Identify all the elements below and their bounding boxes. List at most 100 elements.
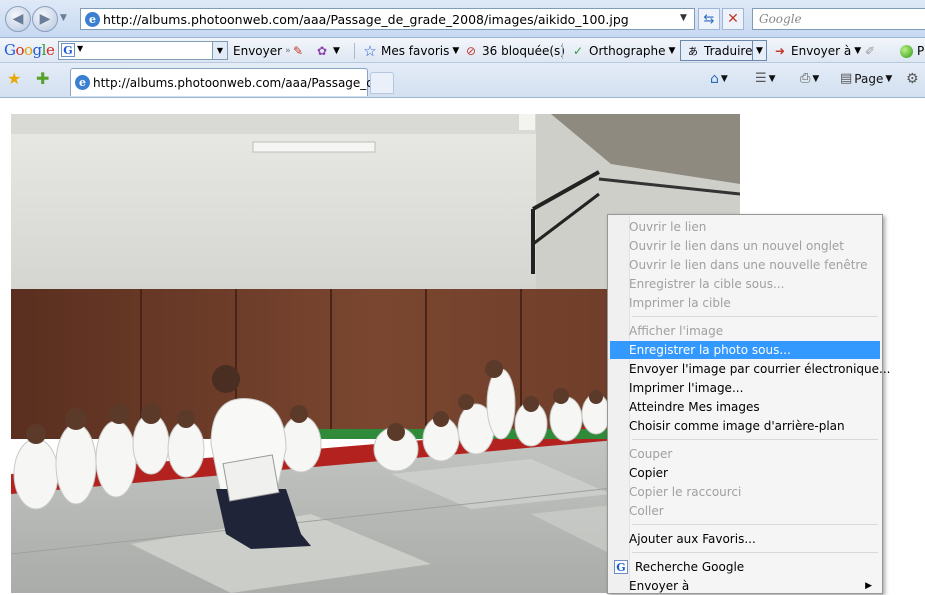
forward-button[interactable]: ▶ — [32, 6, 58, 32]
puzzle-icon: ✿ — [316, 44, 328, 58]
page-content: Ouvrir le lien Ouvrir le lien dans un no… — [0, 99, 925, 595]
translate-dropdown[interactable]: ▼ — [752, 40, 767, 61]
tab-row: ★ ✚ e http://albums.photoonweb.com/aaa/P… — [0, 63, 925, 98]
overflow-label: P — [917, 44, 925, 58]
address-url: http://albums.photoonweb.com/aaa/Passage… — [103, 11, 629, 27]
address-bar-row: ◀ ▶ ▼ e http://albums.photoonweb.com/aaa… — [0, 0, 925, 38]
sendto-label: Envoyer à — [791, 44, 852, 58]
page-menu-button[interactable]: ▤ Page ▼ — [840, 71, 892, 86]
menu-item-set-background[interactable]: Choisir comme image d'arrière-plan — [610, 417, 880, 435]
history-dropdown-icon[interactable]: ▼ — [60, 13, 67, 23]
rss-icon: ☰ — [755, 71, 767, 86]
menu-item-save-picture[interactable]: Enregistrer la photo sous... — [610, 341, 880, 359]
print-icon: ⎙ — [800, 71, 811, 86]
popup-blocker-button[interactable]: ⊘ 36 bloquée(s) — [463, 41, 565, 61]
new-tab-button[interactable] — [370, 72, 394, 94]
menu-item-label: Imprimer la cible — [629, 296, 731, 310]
tab-active[interactable]: e http://albums.photoonweb.com/aaa/Passa… — [70, 68, 393, 96]
chevron-down-icon[interactable]: ▼ — [77, 44, 83, 53]
menu-item-my-pictures[interactable]: Atteindre Mes images — [610, 398, 880, 416]
menu-item-save-target[interactable]: Enregistrer la cible sous... — [610, 275, 880, 293]
spellcheck-icon: ✓ — [572, 44, 584, 58]
menu-item-label: Imprimer l'image... — [629, 381, 744, 395]
toolbar-divider — [354, 43, 355, 59]
menu-item-open-link-new-tab[interactable]: Ouvrir le lien dans un nouvel onglet — [610, 237, 880, 255]
menu-item-open-link-new-window[interactable]: Ouvrir le lien dans une nouvelle fenêtre — [610, 256, 880, 274]
google-toolbar: Google G ▼ ▼ Envoyer » ✎ ✿ ▼ ☆ Mes favori… — [0, 38, 925, 63]
page-icon: ▤ — [840, 71, 853, 86]
print-button[interactable]: ⎙ ▼ — [800, 71, 819, 86]
menu-item-label: Ouvrir le lien dans une nouvelle fenêtre — [629, 258, 868, 272]
google-logo[interactable]: Google — [4, 41, 55, 59]
google-g-icon: G — [61, 43, 75, 57]
chevron-down-icon: ▼ — [854, 46, 862, 56]
menu-item-print-target[interactable]: Imprimer la cible — [610, 294, 880, 312]
sendto-button[interactable]: ➜ Envoyer à ▼ — [772, 41, 861, 61]
stop-icon: ✕ — [727, 11, 739, 27]
highlight-button[interactable]: ✐ — [862, 41, 878, 61]
menu-item-label: Envoyer à — [629, 579, 690, 593]
gadgets-button[interactable]: ✿ ▼ — [314, 41, 340, 61]
blocked-label: 36 bloquée(s) — [482, 44, 565, 58]
menu-item-label: Enregistrer la photo sous... — [629, 343, 791, 357]
menu-item-copy-shortcut[interactable]: Copier le raccourci — [610, 483, 880, 501]
blocked-icon: ⊘ — [465, 44, 477, 58]
stop-button[interactable]: ✕ — [722, 8, 744, 30]
news-icon: ✎ — [292, 44, 304, 58]
address-dropdown-icon[interactable]: ▼ — [680, 13, 687, 23]
menu-item-print-image[interactable]: Imprimer l'image... — [610, 379, 880, 397]
menu-item-label: Recherche Google — [635, 560, 745, 574]
toolbar-divider — [562, 43, 563, 59]
menu-item-google-search[interactable]: G Recherche Google — [610, 558, 880, 576]
back-icon: ◀ — [12, 11, 24, 27]
menu-item-cut[interactable]: Couper — [610, 445, 880, 463]
spellcheck-button[interactable]: ✓ Orthographe ▼ — [570, 41, 676, 61]
menu-item-send-to[interactable]: Envoyer à ▶ — [610, 577, 880, 595]
news-button[interactable]: ✎ — [290, 41, 306, 61]
pagerank-button[interactable]: P — [898, 41, 924, 61]
menu-item-label: Ouvrir le lien dans un nouvel onglet — [629, 239, 845, 253]
google-search-input[interactable]: G ▼ ▼ — [58, 41, 228, 60]
menu-item-label: Coller — [629, 504, 664, 518]
menu-item-add-favorites[interactable]: Ajouter aux Favoris... — [610, 530, 880, 548]
menu-item-label: Copier — [629, 466, 668, 480]
search-input[interactable]: Google — [752, 8, 925, 30]
chevron-down-icon: ▼ — [885, 73, 893, 84]
chevron-down-icon: ▼ — [452, 46, 460, 56]
google-send-label: Envoyer — [233, 44, 283, 58]
menu-item-paste[interactable]: Coller — [610, 502, 880, 520]
refresh-icon: ⇆ — [703, 11, 715, 27]
pen-icon: ✐ — [864, 44, 876, 58]
chevron-down-icon: ▼ — [720, 74, 728, 84]
home-button[interactable]: ⌂ ▼ — [710, 71, 728, 87]
google-send-button[interactable]: Envoyer » — [233, 41, 291, 61]
translate-label: Traduire — [704, 43, 753, 58]
chevron-down-icon: ▼ — [668, 46, 676, 56]
star-icon[interactable]: ★ — [7, 69, 21, 88]
chevron-down-icon: ▼ — [756, 45, 763, 56]
ie-page-icon: e — [75, 75, 90, 90]
menu-item-label: Atteindre Mes images — [629, 400, 760, 414]
menu-separator — [632, 524, 878, 525]
chevron-down-icon: ▼ — [768, 73, 776, 84]
tools-button[interactable]: ⚙ — [906, 71, 919, 87]
add-favorite-icon[interactable]: ✚ — [36, 69, 49, 88]
menu-item-open-link[interactable]: Ouvrir le lien — [610, 218, 880, 236]
translate-button[interactable]: あ Traduire — [680, 40, 758, 61]
back-button[interactable]: ◀ — [5, 6, 31, 32]
menu-item-copy[interactable]: Copier — [610, 464, 880, 482]
feeds-button[interactable]: ☰ ▼ — [755, 71, 776, 86]
submenu-arrow-icon: ▶ — [865, 581, 872, 591]
translate-icon: あ — [688, 47, 698, 58]
menu-item-label: Ajouter aux Favoris... — [629, 532, 756, 546]
address-field[interactable]: e http://albums.photoonweb.com/aaa/Passa… — [80, 8, 695, 30]
tab-title: http://albums.photoonweb.com/aaa/Passage… — [93, 75, 393, 90]
tools-icon: ⚙ — [906, 71, 919, 87]
menu-item-show-image[interactable]: Afficher l'image — [610, 322, 880, 340]
favorites-label: Mes favoris — [381, 44, 450, 58]
google-search-dropdown[interactable]: ▼ — [212, 42, 227, 59]
refresh-button[interactable]: ⇆ — [698, 8, 720, 30]
context-menu: Ouvrir le lien Ouvrir le lien dans un no… — [607, 214, 890, 595]
favorites-button[interactable]: ☆ Mes favoris ▼ — [362, 41, 459, 61]
menu-item-email-image[interactable]: Envoyer l'image par courrier électroniqu… — [610, 360, 890, 378]
